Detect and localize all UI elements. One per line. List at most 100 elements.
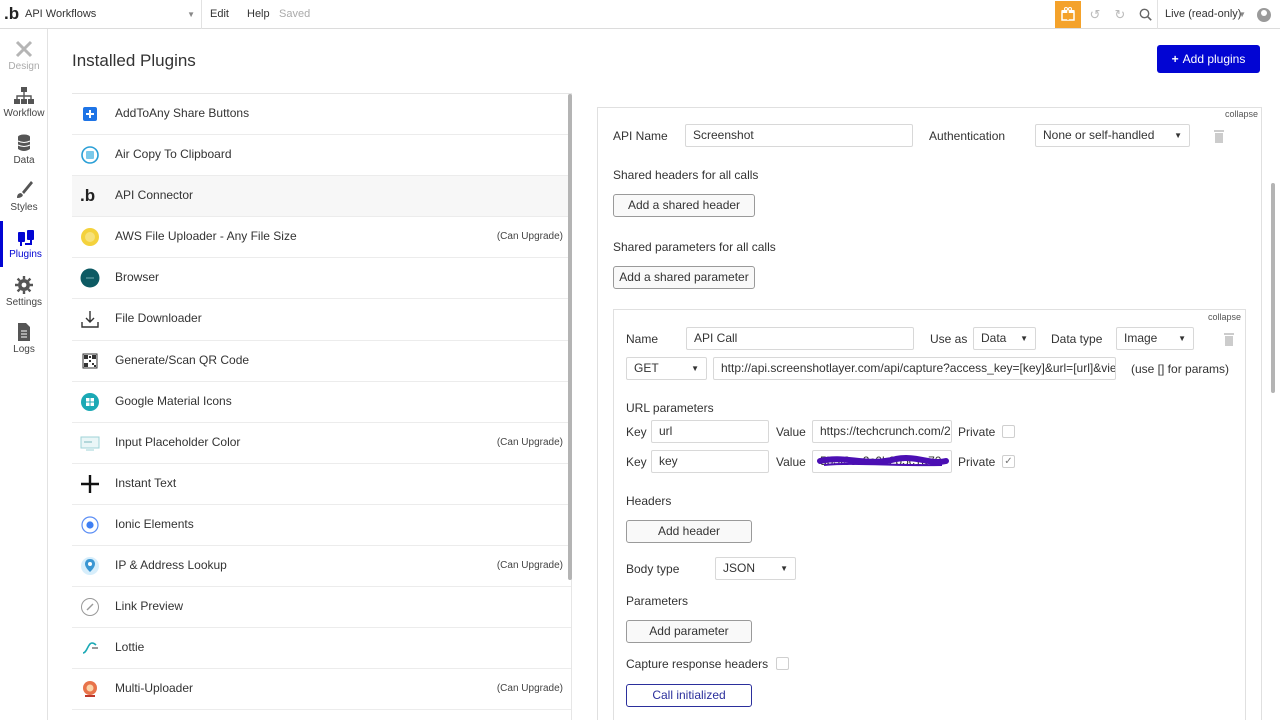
trash-icon[interactable] [1213, 129, 1225, 143]
plugin-name: IP & Address Lookup [115, 558, 227, 573]
http-method-select[interactable]: GET ▼ [626, 357, 707, 380]
nav-styles[interactable]: Styles [0, 174, 48, 220]
plugin-row[interactable]: .b API Connector [72, 176, 571, 218]
plugin-name: Input Placeholder Color [115, 434, 241, 449]
plugin-row[interactable]: File Downloader [72, 299, 571, 341]
plugin-row[interactable]: IP & Address Lookup (Can Upgrade) [72, 546, 571, 588]
edit-menu[interactable]: Edit [210, 0, 229, 29]
plugin-row[interactable]: Ionic Elements [72, 505, 571, 547]
plugin-name: API Connector [115, 188, 194, 203]
plugin-name: Browser [115, 270, 160, 285]
body-type-value: JSON [723, 561, 756, 575]
plugin-row[interactable]: Generate/Scan QR Code [72, 341, 571, 382]
app-name: API Workflows [25, 8, 97, 20]
design-icon [15, 40, 33, 58]
add-parameter-button[interactable]: Add parameter [626, 620, 752, 643]
search-icon[interactable] [1133, 0, 1157, 29]
document-icon [18, 323, 30, 341]
data-type-value: Image [1124, 331, 1158, 345]
param-key-input[interactable]: url [651, 420, 769, 443]
add-plugins-button[interactable]: + Add plugins [1157, 45, 1260, 73]
add-shared-header-button[interactable]: Add a shared header [613, 194, 755, 217]
nav-label: Plugins [9, 249, 42, 260]
version-selector[interactable]: Live (read-only) ▼ [1158, 0, 1250, 29]
collapse-api-link[interactable]: collapse [1225, 109, 1258, 119]
chevron-down-icon: ▼ [691, 364, 699, 373]
nav-settings[interactable]: Settings [0, 269, 48, 315]
call-name-input[interactable]: API Call [686, 327, 914, 350]
private-checkbox[interactable] [1002, 425, 1015, 438]
help-menu[interactable]: Help [247, 0, 270, 29]
workflow-icon [14, 87, 34, 104]
user-avatar-icon[interactable] [1257, 8, 1271, 22]
plugin-row[interactable]: AWS File Uploader - Any File Size (Can U… [72, 217, 571, 259]
data-type-select[interactable]: Image ▼ [1116, 327, 1194, 350]
nav-label: Styles [10, 202, 38, 213]
private-checkbox-checked[interactable]: ✓ [1002, 455, 1015, 468]
add-shared-parameter-button[interactable]: Add a shared parameter [613, 266, 755, 289]
plugin-row[interactable]: Instant Text [72, 464, 571, 505]
authentication-select[interactable]: None or self-handled ▼ [1035, 124, 1190, 147]
upgrade-note: (Can Upgrade) [496, 683, 563, 695]
plugin-row[interactable]: Google Material Icons [72, 382, 571, 423]
nav-design[interactable]: Design [0, 33, 48, 79]
input-color-icon [80, 436, 100, 451]
shared-headers-label: Shared headers for all calls [613, 168, 759, 182]
http-method-value: GET [634, 361, 659, 375]
undo-icon[interactable]: ↺ [1083, 0, 1107, 29]
plugin-row[interactable]: Link Preview [72, 587, 571, 629]
plug-icon [17, 230, 34, 246]
body-type-select[interactable]: JSON ▼ [715, 557, 796, 580]
panel-scrollbar[interactable] [1271, 183, 1275, 393]
nav-logs[interactable]: Logs [0, 316, 48, 362]
call-initialized-button[interactable]: Call initialized [626, 684, 752, 707]
chevron-down-icon: ▼ [187, 10, 195, 19]
bubble-logo-icon[interactable]: .b [4, 4, 20, 24]
trash-icon[interactable] [1223, 332, 1235, 346]
page-title: Installed Plugins [72, 51, 196, 70]
plugin-list-scrollbar[interactable] [568, 94, 572, 580]
nav-label: Design [8, 61, 40, 72]
multi-uploader-icon [83, 681, 97, 698]
body-type-label: Body type [626, 562, 680, 576]
redaction-scribble [817, 455, 949, 467]
chevron-down-icon: ▼ [1238, 10, 1246, 19]
param-key-label: Key [626, 455, 647, 469]
authentication-value: None or self-handled [1043, 128, 1155, 142]
url-input[interactable]: http://api.screenshotlayer.com/api/captu… [713, 357, 1116, 380]
shared-params-label: Shared parameters for all calls [613, 240, 776, 254]
nav-label: Settings [5, 297, 43, 308]
download-icon [81, 311, 99, 329]
plugin-row[interactable]: Multi-Uploader (Can Upgrade) [72, 669, 571, 711]
redo-icon[interactable]: ↻ [1108, 0, 1132, 29]
param-value-input[interactable]: https://techcrunch.com/2 [812, 420, 952, 443]
plugin-name: Ionic Elements [115, 516, 194, 531]
capture-headers-checkbox[interactable] [776, 657, 789, 670]
param-key-input[interactable]: key [651, 450, 769, 473]
plugin-name: Multi-Uploader [115, 681, 194, 696]
plugin-row[interactable]: AddToAny Share Buttons [72, 94, 571, 136]
plugin-row[interactable]: Air Copy To Clipboard [72, 135, 571, 177]
plugin-row[interactable]: Input Placeholder Color (Can Upgrade) [72, 423, 571, 464]
nav-workflow[interactable]: Workflow [0, 80, 48, 126]
gift-icon[interactable] [1055, 1, 1081, 28]
save-status: Saved [279, 8, 311, 20]
collapse-call-link[interactable]: collapse [1208, 312, 1241, 322]
param-private-label: Private [958, 425, 996, 439]
upgrade-note: (Can Upgrade) [496, 436, 563, 448]
app-selector[interactable]: API Workflows ▼ [25, 0, 201, 29]
plugin-row[interactable]: Lottie [72, 628, 571, 670]
nav-data[interactable]: Data [0, 127, 48, 173]
api-name-input[interactable]: Screenshot [685, 124, 913, 147]
location-pin-icon [81, 557, 99, 576]
nav-plugins[interactable]: Plugins [0, 221, 48, 267]
plugin-name: Google Material Icons [115, 393, 232, 408]
plugin-row[interactable]: Browser [72, 258, 571, 300]
plugin-name: AddToAny Share Buttons [115, 106, 250, 120]
add-header-button[interactable]: Add header [626, 520, 752, 543]
use-as-select[interactable]: Data ▼ [973, 327, 1036, 350]
headers-label: Headers [626, 494, 672, 508]
material-icons-icon [81, 392, 99, 411]
plugin-list: AddToAny Share Buttons Air Copy To Clipb… [72, 93, 572, 720]
param-private-label: Private [958, 455, 996, 469]
